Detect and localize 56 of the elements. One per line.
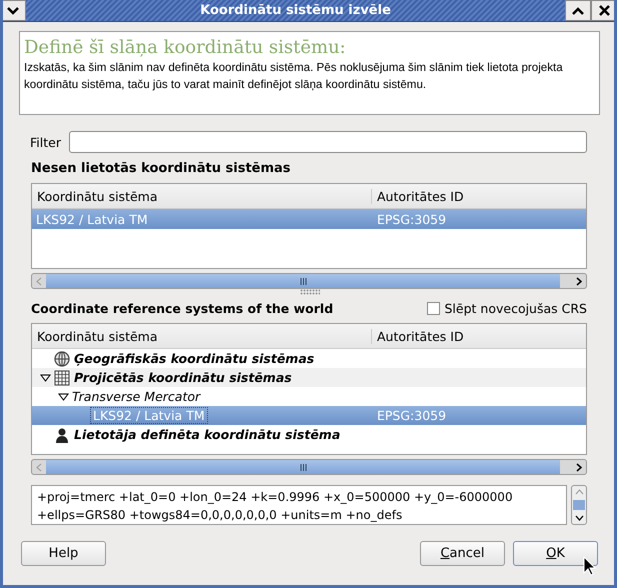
table-cell-text: EPSG:3059: [376, 212, 448, 226]
table-cell-text: LKS92 / Latvia TM: [35, 212, 149, 226]
close-icon: [598, 5, 610, 16]
info-text: Izskatās, ka šim slānim nav definēta koordinātu sistēma. Pēs noklusējuma šim slānim tiek lietota projekta koordinātu sistēma, taču jūs to varat mainīt definējot slāņa koordinātu sistēmu.: [24, 60, 564, 93]
vertical-scrollbar[interactable]: [571, 485, 587, 525]
scrollbar-thumb[interactable]: [46, 274, 560, 288]
column-header[interactable]: Autoritātes ID: [372, 328, 586, 344]
close-button[interactable]: [591, 0, 614, 21]
maximize-button[interactable]: [565, 0, 591, 21]
tree-row[interactable]: Lietotāja definēta koordinātu sistēma: [32, 425, 586, 444]
scroll-left-icon[interactable]: [36, 462, 42, 472]
tree-item-label: Ģeogrāfiskās koordinātu sistēmas: [74, 351, 314, 366]
scroll-down-icon[interactable]: [574, 515, 584, 521]
grid-icon: [54, 370, 70, 386]
scrollbar-thumb[interactable]: [46, 460, 560, 474]
tree-row[interactable]: Transverse Mercator: [32, 387, 586, 406]
tree-row[interactable]: Ģeogrāfiskās koordinātu sistēmas: [32, 349, 586, 368]
tree-item-label: Projicētās koordinātu sistēmas: [74, 370, 292, 385]
tree-item-label: Lietotāja definēta koordinātu sistēma: [74, 427, 340, 442]
horizontal-scrollbar[interactable]: [31, 459, 587, 475]
scrollbar-thumb[interactable]: [573, 500, 585, 510]
expander-icon[interactable]: [58, 392, 68, 400]
column-header[interactable]: Koordinātu sistēma: [32, 328, 372, 344]
tree-item-label: Transverse Mercator: [72, 389, 200, 404]
table-cell-text: EPSG:3059: [376, 408, 448, 423]
column-header[interactable]: Koordinātu sistēma: [32, 188, 372, 204]
proj-definition-text: +proj=tmerc +lat_0=0 +lon_0=24 +k=0.9996 +x_0=500000 +y_0=-6000000 +ellps=GRS80 +towgs84=0,0,0,0,0,0,0 +units=m +no_defs: [31, 485, 567, 525]
chevron-down-icon: [7, 6, 19, 14]
scroll-up-icon[interactable]: [574, 489, 584, 495]
scroll-right-icon[interactable]: [576, 276, 582, 286]
grip-icon: [300, 464, 306, 470]
chevron-up-icon: [572, 6, 584, 14]
mouse-cursor-icon: [583, 556, 597, 576]
checkbox[interactable]: [426, 302, 440, 315]
section-heading: Coordinate reference systems of the world: [31, 301, 334, 316]
globe-icon: [54, 350, 70, 366]
filter-field[interactable]: [68, 131, 587, 153]
splitter-handle[interactable]: [300, 289, 320, 295]
info-heading: Definē šī slāņa koordinātu sistēmu:: [24, 37, 347, 59]
horizontal-scrollbar[interactable]: [31, 273, 587, 289]
column-header[interactable]: Autoritātes ID: [372, 188, 586, 204]
filter-label: Filter: [30, 134, 61, 150]
tree-item-label: LKS92 / Latvia TM: [90, 407, 208, 424]
window-title: Koordinātu sistēmu izvēle: [199, 3, 392, 18]
scroll-left-icon[interactable]: [36, 276, 42, 286]
dialog-button[interactable]: OK: [513, 541, 598, 566]
section-heading: Nesen lietotās koordinātu sistēmas: [31, 161, 292, 176]
checkbox-label[interactable]: Slēpt novecojušas CRS: [444, 301, 587, 316]
dialog-button[interactable]: Cancel: [420, 541, 505, 566]
grip-icon: [300, 278, 306, 284]
tree-row[interactable]: Projicētās koordinātu sistēmas: [32, 368, 586, 387]
menu-button[interactable]: [3, 0, 26, 21]
expander-icon[interactable]: [40, 374, 50, 382]
person-icon: [54, 426, 70, 442]
dialog-button[interactable]: Help: [21, 541, 106, 566]
scroll-right-icon[interactable]: [576, 462, 582, 472]
